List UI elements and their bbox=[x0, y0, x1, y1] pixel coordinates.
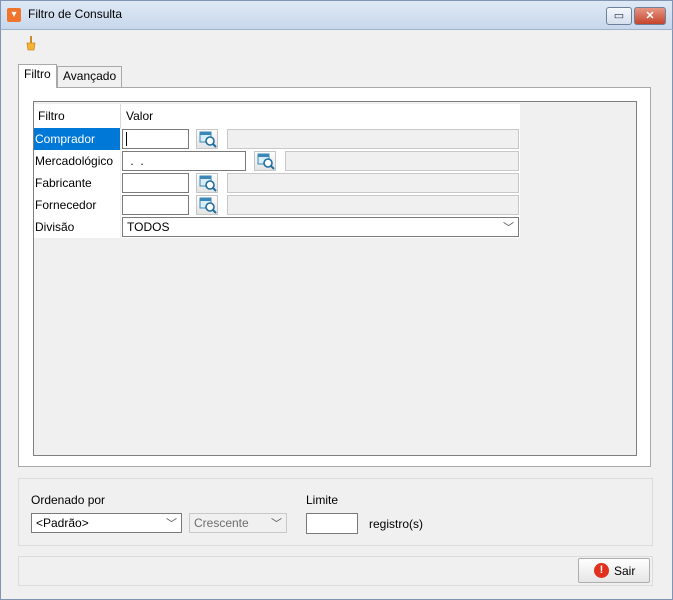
row-label-fornecedor[interactable]: Fornecedor bbox=[34, 194, 120, 216]
restore-button[interactable]: ▭ bbox=[606, 7, 632, 25]
chevron-down-icon: ﹀ bbox=[166, 518, 177, 530]
divisao-select-value: TODOS bbox=[127, 220, 170, 234]
close-button[interactable]: ✕ bbox=[634, 7, 666, 25]
mercadologico-lookup-button[interactable] bbox=[254, 151, 276, 171]
ordering-group bbox=[18, 478, 653, 546]
lookup-icon bbox=[257, 153, 275, 170]
chevron-down-icon: ﹀ bbox=[503, 222, 514, 234]
footer-bar bbox=[18, 556, 653, 586]
direction-select[interactable]: Crescente ﹀ bbox=[189, 513, 287, 533]
row-label-mercadologico[interactable]: Mercadológico bbox=[34, 150, 120, 172]
row-label-fabricante[interactable]: Fabricante bbox=[34, 172, 120, 194]
row-label-divisao[interactable]: Divisão bbox=[34, 216, 120, 238]
comprador-input[interactable] bbox=[122, 129, 189, 149]
comprador-lookup-button[interactable] bbox=[196, 129, 218, 149]
order-label: Ordenado por bbox=[31, 493, 106, 507]
fornecedor-input[interactable] bbox=[122, 195, 189, 215]
lookup-icon bbox=[199, 175, 217, 192]
exit-icon: ! bbox=[594, 563, 609, 578]
direction-select-value: Crescente bbox=[194, 516, 249, 530]
sair-button-label: Sair bbox=[614, 564, 636, 578]
mercadologico-description bbox=[285, 151, 519, 171]
limit-input[interactable] bbox=[306, 513, 358, 534]
fabricante-input[interactable] bbox=[122, 173, 189, 193]
order-select-value: <Padrão> bbox=[36, 516, 89, 530]
lookup-icon bbox=[199, 197, 217, 214]
limit-unit: registro(s) bbox=[369, 517, 424, 531]
mercadologico-input[interactable]: . . bbox=[122, 151, 246, 171]
header-filtro: Filtro bbox=[38, 109, 65, 123]
comprador-description bbox=[227, 129, 519, 149]
tab-avancado[interactable]: Avançado bbox=[57, 66, 123, 87]
sair-button[interactable]: ! Sair bbox=[578, 558, 650, 583]
fornecedor-lookup-button[interactable] bbox=[196, 195, 218, 215]
broom-icon[interactable] bbox=[23, 35, 39, 51]
window-title: Filtro de Consulta bbox=[28, 7, 123, 21]
grid-header bbox=[34, 104, 520, 128]
fabricante-description bbox=[227, 173, 519, 193]
row-label-comprador[interactable]: Comprador bbox=[34, 128, 120, 150]
header-divider bbox=[120, 104, 121, 128]
divisao-select[interactable]: TODOS ﹀ bbox=[122, 217, 519, 237]
fornecedor-description bbox=[227, 195, 519, 215]
order-select[interactable]: <Padrão> ﹀ bbox=[31, 513, 182, 533]
limit-label: Limite bbox=[306, 493, 339, 507]
app-icon[interactable]: ▾ bbox=[7, 8, 21, 22]
chevron-down-icon: ﹀ bbox=[271, 518, 282, 530]
fabricante-lookup-button[interactable] bbox=[196, 173, 218, 193]
header-valor: Valor bbox=[126, 109, 154, 123]
lookup-icon bbox=[199, 131, 217, 148]
tab-filtro[interactable]: Filtro bbox=[18, 64, 57, 88]
